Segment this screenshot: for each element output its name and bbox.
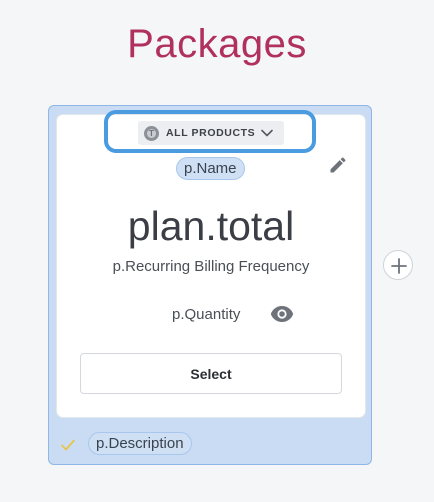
eye-icon[interactable] bbox=[270, 305, 294, 323]
package-name-tag[interactable]: p.Name bbox=[176, 157, 245, 180]
product-selector-dropdown[interactable]: T ALL PRODUCTS bbox=[138, 121, 284, 145]
quantity-label: p.Quantity bbox=[172, 306, 241, 323]
pencil-icon[interactable] bbox=[328, 155, 348, 175]
product-logo-icon: T bbox=[144, 125, 159, 141]
plus-icon bbox=[391, 258, 407, 274]
billing-frequency: p.Recurring Billing Frequency bbox=[112, 258, 310, 275]
select-button[interactable]: Select bbox=[80, 353, 342, 394]
package-description-tag[interactable]: p.Description bbox=[88, 432, 192, 455]
plan-total-price: plan.total bbox=[127, 203, 295, 249]
chevron-down-icon bbox=[261, 129, 274, 137]
add-package-button[interactable] bbox=[383, 250, 413, 280]
check-icon[interactable] bbox=[60, 438, 76, 452]
page-title: Packages bbox=[127, 22, 307, 66]
product-selector-label: ALL PRODUCTS bbox=[166, 127, 256, 139]
